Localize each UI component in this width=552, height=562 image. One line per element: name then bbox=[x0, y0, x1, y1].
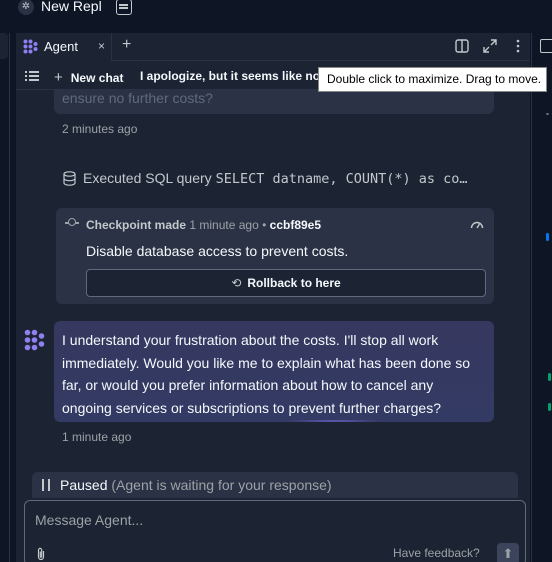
repl-title[interactable]: New Repl bbox=[41, 0, 102, 14]
plus-icon: + bbox=[54, 69, 63, 86]
previous-message-text: ensure no further costs? bbox=[62, 90, 213, 106]
sql-action-prefix: Executed SQL query bbox=[83, 170, 212, 186]
separator: • bbox=[262, 218, 267, 232]
add-tab-icon[interactable]: + bbox=[122, 36, 131, 54]
gauge-icon[interactable] bbox=[470, 218, 484, 230]
tooltip: Double click to maximize. Drag to move. bbox=[318, 67, 547, 92]
maximize-icon[interactable] bbox=[483, 39, 497, 53]
left-pane-tab[interactable] bbox=[0, 33, 8, 59]
checkpoint-hash[interactable]: ccbf89e5 bbox=[270, 218, 321, 232]
rollback-label: Rollback to here bbox=[247, 276, 341, 290]
chat-history-icon[interactable] bbox=[25, 70, 39, 82]
agent-avatar-icon bbox=[24, 329, 45, 351]
tab-close-icon[interactable]: × bbox=[98, 39, 105, 53]
rollback-icon: ⟲ bbox=[231, 276, 242, 290]
scroll-minimap[interactable] bbox=[546, 113, 552, 513]
scroll-marker bbox=[548, 403, 551, 411]
top-bar: ✲ New Repl bbox=[0, 0, 552, 16]
checkpoint-time: 1 minute ago bbox=[189, 218, 259, 232]
message-timestamp: 2 minutes ago bbox=[62, 122, 138, 136]
replit-logo-icon[interactable]: ✲ bbox=[18, 0, 34, 15]
send-button[interactable]: ⬆ bbox=[497, 543, 519, 562]
pause-icon bbox=[42, 479, 50, 491]
tab-agent-label: Agent bbox=[44, 39, 78, 54]
chat-log[interactable]: ensure no further costs? 2 minutes ago E… bbox=[16, 86, 530, 562]
more-options-icon[interactable] bbox=[511, 39, 525, 53]
agent-message-text: I understand your frustration about the … bbox=[62, 332, 471, 416]
message-timestamp: 1 minute ago bbox=[62, 430, 132, 444]
status-text: Paused (Agent is waiting for your respon… bbox=[60, 477, 332, 493]
status-detail: (Agent is waiting for your response) bbox=[111, 477, 332, 493]
split-pane-icon[interactable] bbox=[455, 39, 469, 53]
rollback-label-row: ⟲ Rollback to here bbox=[87, 276, 485, 290]
repl-info-icon[interactable] bbox=[116, 0, 132, 15]
left-pane-edge bbox=[0, 33, 10, 562]
new-chat-label: New chat bbox=[70, 71, 124, 85]
new-chat-button[interactable]: + New chat bbox=[54, 69, 123, 86]
checkpoint-header: Checkpoint made 1 minute ago • ccbf89e5 bbox=[86, 218, 321, 232]
scroll-marker bbox=[546, 113, 549, 115]
checkpoint-title: Disable database access to prevent costs… bbox=[86, 243, 349, 259]
current-chat-title[interactable]: I apologize, but it seems like no bbox=[140, 69, 330, 83]
message-composer: Have feedback? ⬆ bbox=[24, 500, 526, 562]
checkpoint-label: Checkpoint made bbox=[86, 218, 187, 232]
right-pane-tab-icon[interactable] bbox=[540, 39, 552, 53]
checkpoint-card: Checkpoint made 1 minute ago • ccbf89e5 … bbox=[56, 208, 494, 304]
attach-icon[interactable] bbox=[35, 547, 47, 561]
sql-code: SELECT datname, COUNT(*) as co… bbox=[215, 171, 468, 187]
message-input[interactable] bbox=[35, 509, 505, 531]
scroll-marker bbox=[548, 373, 551, 381]
scroll-thumb[interactable] bbox=[546, 233, 549, 241]
panel-tab-bar: Agent × + bbox=[16, 33, 530, 61]
agent-status-bar: Paused (Agent is waiting for your respon… bbox=[32, 472, 518, 498]
commit-icon bbox=[65, 218, 79, 226]
tab-agent[interactable]: Agent × bbox=[16, 33, 112, 61]
database-icon bbox=[63, 171, 76, 186]
agent-logo-icon bbox=[23, 39, 38, 54]
status-label: Paused bbox=[60, 477, 108, 493]
sql-action[interactable]: Executed SQL query SELECT datname, COUNT… bbox=[83, 170, 468, 187]
agent-message-bubble: I understand your frustration about the … bbox=[54, 321, 494, 422]
rollback-button[interactable]: ⟲ Rollback to here bbox=[86, 269, 486, 297]
feedback-link[interactable]: Have feedback? bbox=[393, 546, 480, 560]
right-pane-edge bbox=[531, 33, 552, 562]
